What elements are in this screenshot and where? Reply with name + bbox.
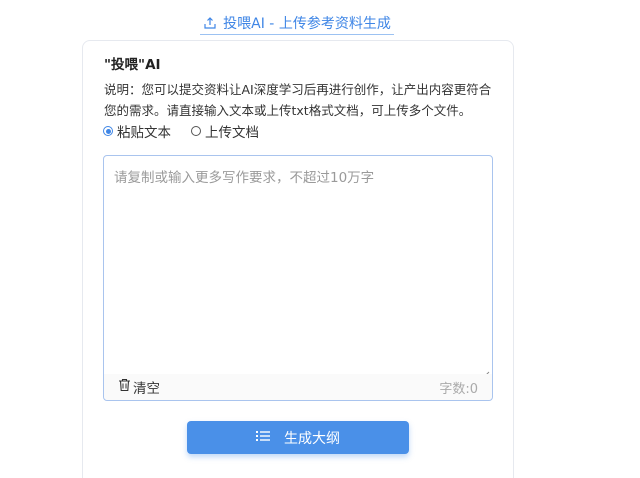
input-mode-group: 粘贴文本 上传文档 (103, 121, 259, 141)
feed-ai-card: "投喂"AI 说明：您可以提交资料让AI深度学习后再进行创作，让产出内容更符合您… (82, 40, 514, 478)
radio-label: 上传文档 (205, 125, 259, 141)
editor-footer: 清空 字数:0 (104, 374, 492, 400)
generate-outline-button[interactable]: 生成大纲 (187, 421, 409, 454)
text-editor: 清空 字数:0 (103, 155, 493, 401)
radio-paste-text[interactable]: 粘贴文本 (103, 121, 171, 141)
radio-indicator-checked[interactable] (103, 126, 113, 136)
tab-upload-reference[interactable]: 投喂AI - 上传参考资料生成 (200, 12, 394, 35)
radio-indicator[interactable] (191, 126, 201, 136)
clear-button[interactable]: 清空 (118, 377, 160, 397)
radio-label: 粘贴文本 (117, 125, 171, 141)
trash-icon (118, 378, 131, 396)
upload-icon (203, 16, 217, 30)
list-icon (256, 430, 270, 446)
generate-label: 生成大纲 (284, 430, 340, 447)
word-count: 字数:0 (439, 381, 478, 397)
tab-label: 投喂AI - 上传参考资料生成 (223, 16, 391, 32)
page: 投喂AI - 上传参考资料生成 "投喂"AI 说明：您可以提交资料让AI深度学习… (0, 0, 640, 478)
reference-text-input[interactable] (104, 156, 492, 374)
card-title: "投喂"AI (104, 57, 161, 73)
card-description: 说明：您可以提交资料让AI深度学习后再进行创作，让产出内容更符合您的需求。请直接… (104, 82, 492, 118)
resize-grip-icon[interactable] (482, 364, 490, 379)
radio-upload-document[interactable]: 上传文档 (191, 121, 259, 141)
clear-label: 清空 (133, 381, 160, 397)
